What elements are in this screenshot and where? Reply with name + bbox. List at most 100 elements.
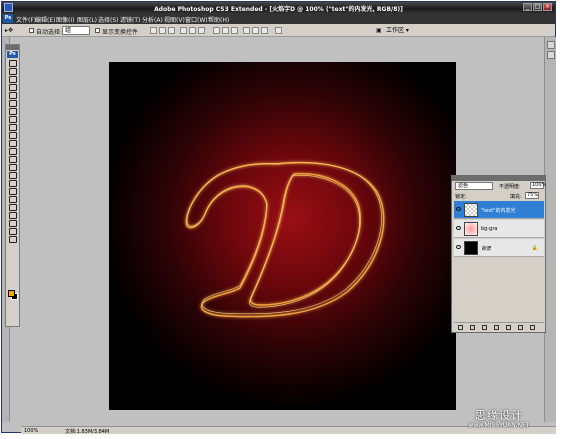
layers-panel-grip[interactable] [452, 176, 545, 181]
move-tool-icon[interactable] [7, 59, 18, 67]
zoom-level[interactable]: 100% [24, 428, 38, 434]
layers-panel: 滤色 不透明度: 100% 锁定: 填充: 75% "text"的内发光 bg-… [451, 175, 546, 333]
distribute-top-icon[interactable] [213, 27, 220, 34]
auto-select-checkbox[interactable] [29, 28, 34, 33]
menu-image[interactable]: 图像(I) [56, 15, 74, 24]
menu-window[interactable]: 窗口(W) [185, 15, 208, 24]
menu-layer[interactable]: 图层(L) [77, 15, 97, 24]
align-vcenter-icon[interactable] [159, 27, 166, 34]
path-selection-tool-icon[interactable] [7, 187, 18, 195]
eyedropper-tool-icon[interactable] [7, 219, 18, 227]
marquee-tool-icon[interactable] [7, 67, 18, 75]
layer-row[interactable]: 背景 🔒 [454, 239, 544, 257]
pen-tool-icon[interactable] [7, 171, 18, 179]
workspace-button[interactable]: 工作区 ▾ [386, 26, 426, 35]
letter-d-outline-inner [186, 161, 382, 315]
align-left-icon[interactable] [180, 27, 187, 34]
fill-label: 填充: [510, 194, 522, 200]
document-size: 文档:1.83M/3.84M [65, 429, 110, 435]
bridge-icon[interactable]: ▣ [376, 27, 382, 34]
minimize-button[interactable]: _ [523, 3, 532, 11]
move-tool-icon[interactable]: ▸✥ [5, 27, 13, 34]
layer-thumbnail [464, 222, 478, 236]
link-layers-icon[interactable] [458, 325, 463, 330]
hand-tool-icon[interactable] [7, 227, 18, 235]
visibility-eye-icon[interactable] [456, 226, 461, 230]
align-right-icon[interactable] [198, 27, 205, 34]
dock-panel-1-icon[interactable] [547, 41, 555, 49]
magic-wand-tool-icon[interactable] [7, 83, 18, 91]
photoshop-window: Adobe Photoshop CS3 Extended - [火焰字D @ 1… [1, 1, 556, 435]
auto-select-dropdown[interactable]: 组 [62, 26, 90, 35]
3d-rotate-tool-icon[interactable] [7, 203, 18, 211]
layer-style-icon[interactable] [470, 325, 475, 330]
fill-input[interactable]: 75% [525, 192, 539, 199]
layer-mask-icon[interactable] [482, 325, 487, 330]
align-top-icon[interactable] [150, 27, 157, 34]
watermark-url: www.MISSYUAN.NET [468, 422, 530, 429]
menu-edit[interactable]: 编辑(E) [35, 15, 55, 24]
layer-name: "text"的内发光 [481, 208, 516, 214]
lasso-tool-icon[interactable] [7, 75, 18, 83]
toolbox: Ps [5, 44, 20, 327]
layer-row[interactable]: bg-gra [454, 220, 544, 238]
menu-help[interactable]: 帮助(H) [208, 15, 229, 24]
maximize-button[interactable]: □ [533, 3, 542, 11]
auto-align-icon[interactable] [275, 27, 282, 34]
crop-tool-icon[interactable] [7, 91, 18, 99]
layer-name: bg-gra [481, 226, 498, 232]
align-bottom-icon[interactable] [168, 27, 175, 34]
distribute-right-icon[interactable] [261, 27, 268, 34]
watermark-text: 思缘设计 [475, 409, 523, 422]
layer-row[interactable]: "text"的内发光 [454, 201, 544, 219]
notes-tool-icon[interactable] [7, 211, 18, 219]
toolbox-grip[interactable] [6, 45, 19, 50]
layer-thumbnail [464, 241, 478, 255]
history-brush-tool-icon[interactable] [7, 131, 18, 139]
menu-view[interactable]: 视图(V) [164, 15, 185, 24]
window-title: Adobe Photoshop CS3 Extended - [火焰字D @ 1… [154, 6, 403, 13]
menu-analysis[interactable]: 分析(A) [142, 15, 163, 24]
watermark: 思缘设计 www.MISSYUAN.NET [441, 410, 557, 434]
show-transform-checkbox[interactable] [95, 28, 100, 33]
letter-d-counter-inner [248, 175, 360, 308]
zoom-tool-icon[interactable] [7, 235, 18, 243]
opacity-input[interactable]: 100% [530, 182, 546, 189]
layer-name: 背景 [481, 246, 492, 252]
menu-file[interactable]: 文件(F) [16, 15, 36, 24]
brush-tool-icon[interactable] [7, 115, 18, 123]
adjustment-layer-icon[interactable] [494, 325, 499, 330]
options-bar: ▸✥ 自动选择: 组 显示变换控件 ▣ 工作区 ▾ [2, 24, 555, 37]
distribute-vcenter-icon[interactable] [222, 27, 229, 34]
lock-label: 锁定: [455, 194, 467, 200]
dock-panel-2-icon[interactable] [547, 51, 555, 59]
visibility-eye-icon[interactable] [456, 245, 461, 249]
delete-layer-icon[interactable] [530, 325, 535, 330]
menu-select[interactable]: 选择(S) [98, 15, 119, 24]
distribute-bottom-icon[interactable] [231, 27, 238, 34]
slice-tool-icon[interactable] [7, 99, 18, 107]
clone-stamp-tool-icon[interactable] [7, 123, 18, 131]
document-canvas[interactable] [109, 62, 456, 410]
new-layer-icon[interactable] [518, 325, 523, 330]
show-transform-label: 显示变换控件 [102, 29, 139, 36]
new-group-icon[interactable] [506, 325, 511, 330]
foreground-color-swatch[interactable] [8, 290, 15, 297]
blur-tool-icon[interactable] [7, 155, 18, 163]
distribute-left-icon[interactable] [243, 27, 250, 34]
menu-filter[interactable]: 滤镜(T) [120, 15, 140, 24]
align-hcenter-icon[interactable] [189, 27, 196, 34]
distribute-hcenter-icon[interactable] [252, 27, 259, 34]
dodge-tool-icon[interactable] [7, 163, 18, 171]
healing-brush-tool-icon[interactable] [7, 107, 18, 115]
type-tool-icon[interactable] [7, 179, 18, 187]
blend-mode-dropdown[interactable]: 滤色 [455, 182, 493, 190]
shape-tool-icon[interactable] [7, 195, 18, 203]
eraser-tool-icon[interactable] [7, 139, 18, 147]
visibility-eye-icon[interactable] [456, 207, 461, 211]
auto-select-label: 自动选择: [36, 29, 63, 36]
close-button[interactable]: × [543, 3, 552, 11]
ps-logo-icon: Ps [3, 14, 13, 23]
gradient-tool-icon[interactable] [7, 147, 18, 155]
toolbox-ps-logo: Ps [7, 51, 18, 58]
